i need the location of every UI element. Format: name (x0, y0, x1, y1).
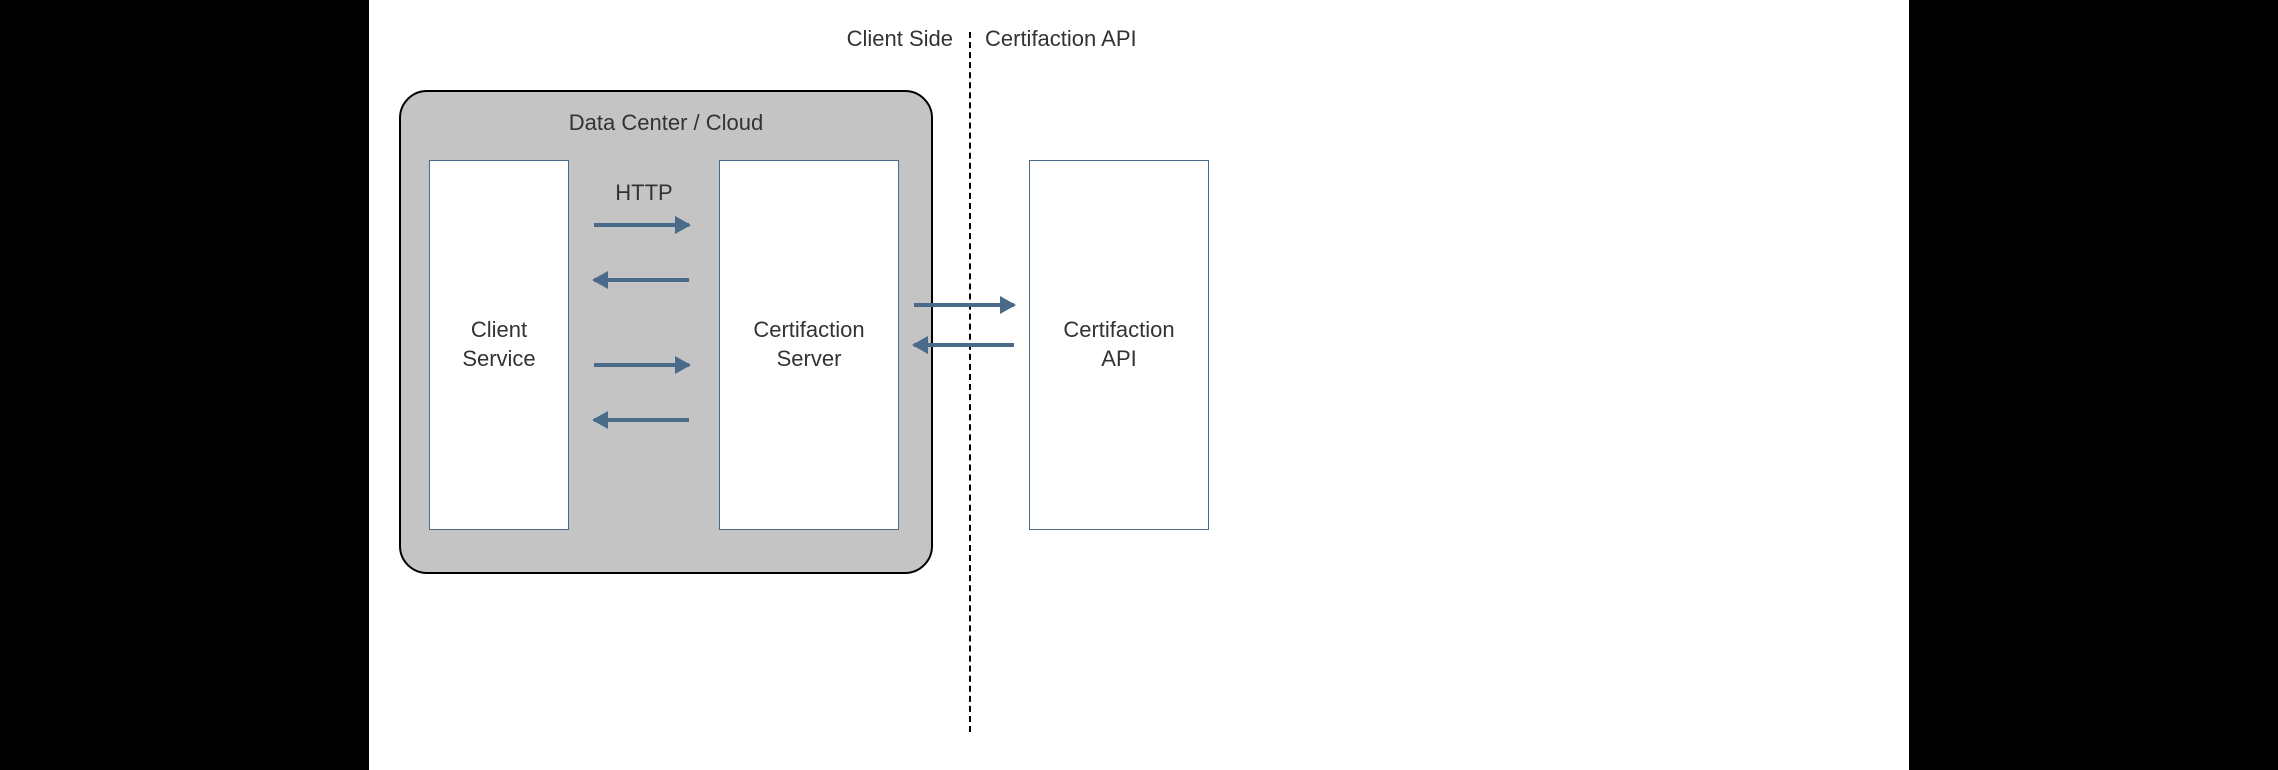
node-certifaction-server: Certifaction Server (719, 160, 899, 530)
node-certifaction-api: Certifaction API (1029, 160, 1209, 530)
node-certifaction-api-label: Certifaction API (1063, 316, 1174, 373)
node-client-service-label: Client Service (462, 316, 535, 373)
label-certifaction-api: Certifaction API (985, 26, 1137, 52)
vertical-divider (969, 32, 971, 732)
diagram-canvas: Client Side Certifaction API Data Center… (369, 0, 1909, 770)
node-client-service: Client Service (429, 160, 569, 530)
label-client-side: Client Side (847, 26, 953, 52)
data-center-title: Data Center / Cloud (401, 110, 931, 136)
diagram-page: Client Side Certifaction API Data Center… (0, 0, 2278, 770)
label-http: HTTP (569, 180, 719, 206)
node-certifaction-server-label: Certifaction Server (753, 316, 864, 373)
